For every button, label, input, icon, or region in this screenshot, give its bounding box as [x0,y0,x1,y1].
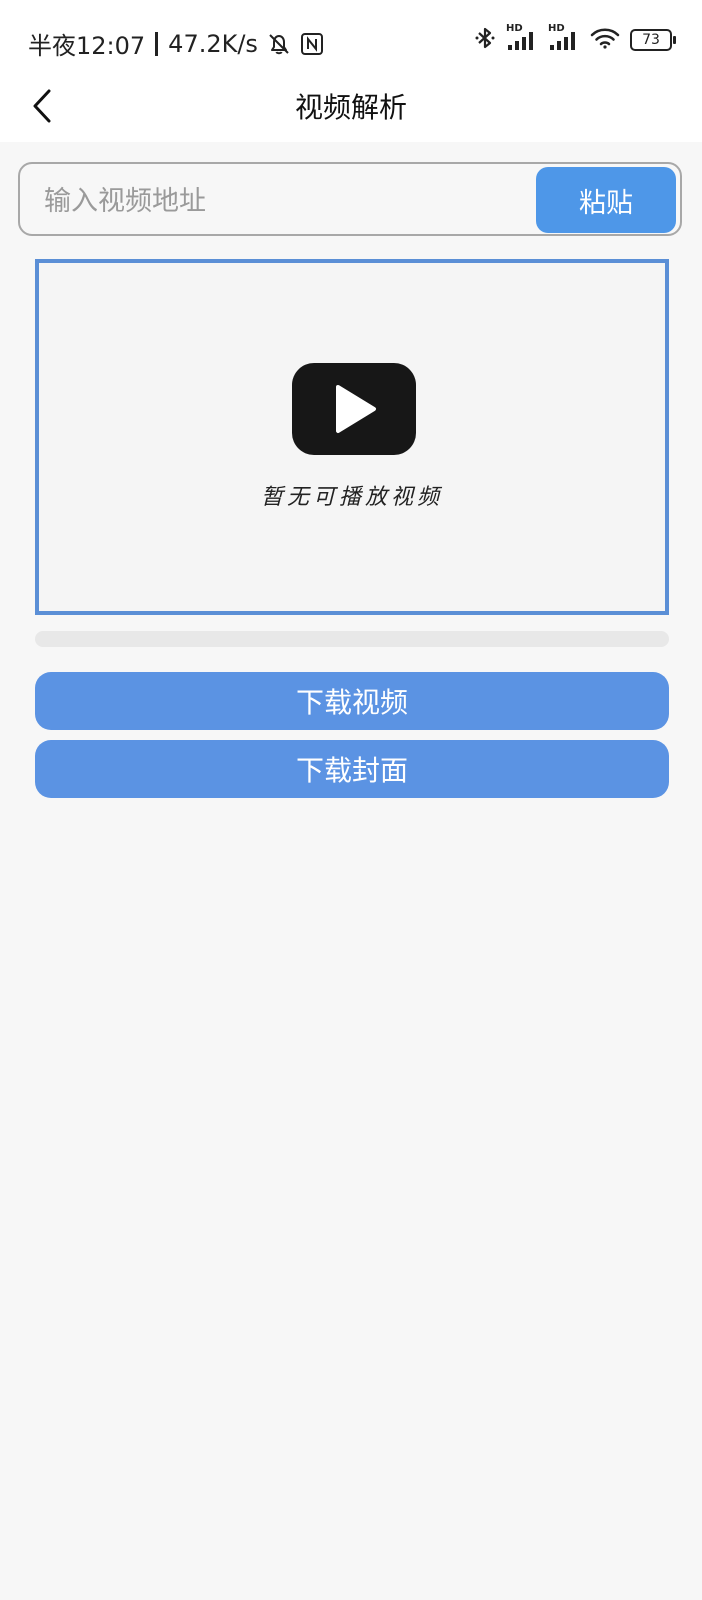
download-cover-button[interactable]: 下载封面 [35,740,669,798]
bluetooth-icon [474,26,496,54]
status-time: 半夜12:07 [28,32,146,60]
paste-button[interactable]: 粘贴 [536,167,676,233]
download-video-button[interactable]: 下载视频 [35,672,669,730]
wifi-icon [590,27,620,53]
video-url-input[interactable] [42,178,526,224]
video-progress-bar[interactable] [35,631,669,647]
status-left: 半夜12:07 47.2K/s [28,26,324,61]
nfc-icon [300,32,324,56]
battery-level: 73 [642,32,660,48]
play-icon[interactable] [292,363,416,455]
battery-icon: 73 [630,29,676,51]
status-right: HD HD 73 [474,23,676,54]
status-speed: 47.2K/s [168,29,258,58]
signal-hd-label: HD [506,23,523,34]
page-title: 视频解析 [294,91,407,124]
mute-bell-icon [266,31,292,57]
video-player[interactable]: 暂无可播放视频 [35,259,669,615]
app-header: 视频解析 [0,72,702,142]
signal-icon-2: HD [548,23,580,51]
status-bar: 半夜12:07 47.2K/s HD HD 73 [0,0,702,72]
signal-icon: HD [506,23,538,51]
status-separator [155,31,159,56]
url-input-box: 粘贴 [18,162,682,236]
no-video-message: 暂无可播放视频 [260,485,443,510]
signal-hd-label-2: HD [548,23,565,34]
